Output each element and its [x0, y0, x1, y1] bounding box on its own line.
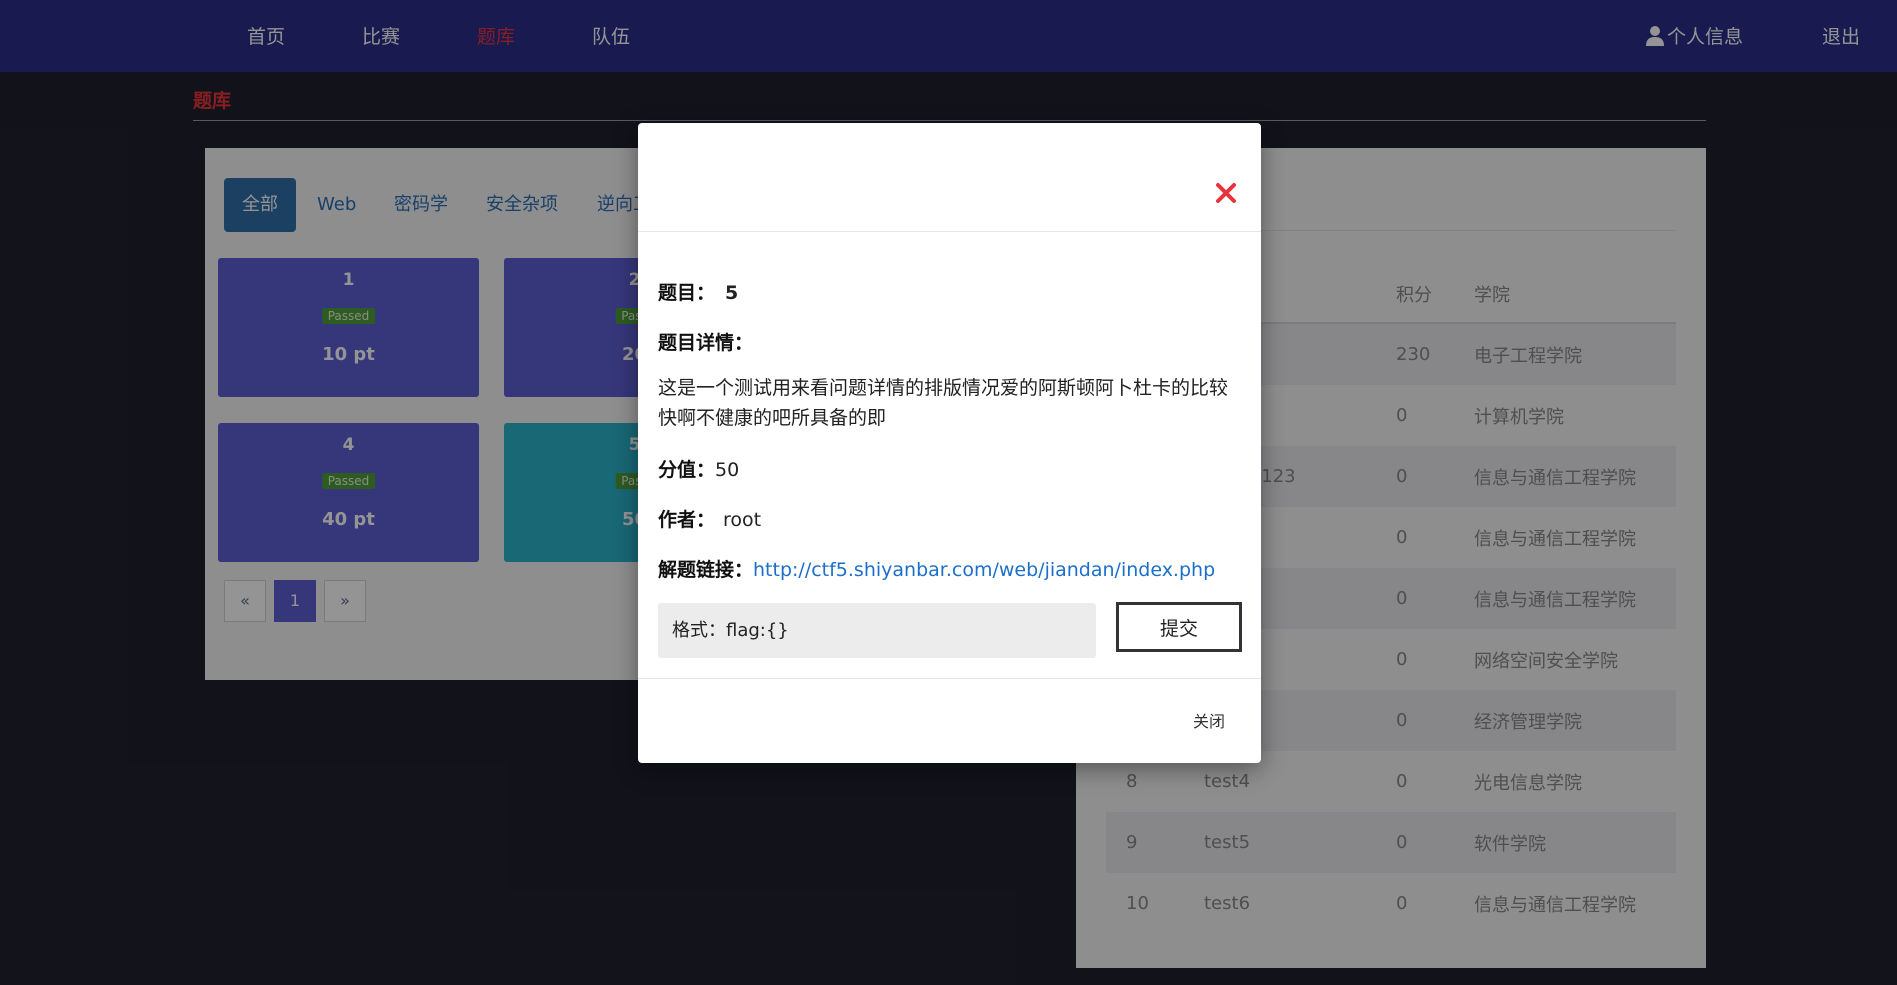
problem-score-row: 分值：50: [658, 455, 739, 482]
problem-author-value: root: [723, 509, 762, 531]
problem-author-label: 作者：: [658, 509, 716, 531]
problem-score-label: 分值：: [658, 459, 716, 481]
problem-modal: 题目： 5 题目详情： 这是一个测试用来看问题详情的排版情况爱的阿斯顿阿卜杜卡的比…: [638, 123, 1261, 763]
problem-title-value: 5: [725, 282, 739, 304]
modal-header-divider: [638, 231, 1261, 232]
problem-link-label: 解题链接：: [658, 559, 754, 581]
flag-input[interactable]: [658, 603, 1096, 658]
close-icon[interactable]: [1211, 178, 1241, 208]
page: 首页 比赛 题库 队伍 个人信息 退出 题库 全部 Web 密码学 安全杂项 逆…: [0, 0, 1897, 985]
problem-score-value: 50: [715, 459, 740, 481]
problem-detail-label: 题目详情：: [658, 332, 754, 354]
close-button[interactable]: 关闭: [1193, 708, 1225, 732]
problem-description: 这是一个测试用来看问题详情的排版情况爱的阿斯顿阿卜杜卡的比较快啊不健康的吧所具备…: [658, 377, 1229, 429]
submit-button[interactable]: 提交: [1116, 602, 1242, 652]
problem-detail-row: 题目详情：: [658, 328, 753, 355]
problem-title-label: 题目：: [658, 282, 716, 304]
problem-title-row: 题目： 5: [658, 278, 738, 305]
modal-footer-divider: [638, 678, 1261, 679]
problem-link-row: 解题链接：http://ctf5.shiyanbar.com/web/jiand…: [658, 555, 1215, 582]
problem-author-row: 作者： root: [658, 505, 761, 532]
problem-link[interactable]: http://ctf5.shiyanbar.com/web/jiandan/in…: [753, 559, 1215, 581]
